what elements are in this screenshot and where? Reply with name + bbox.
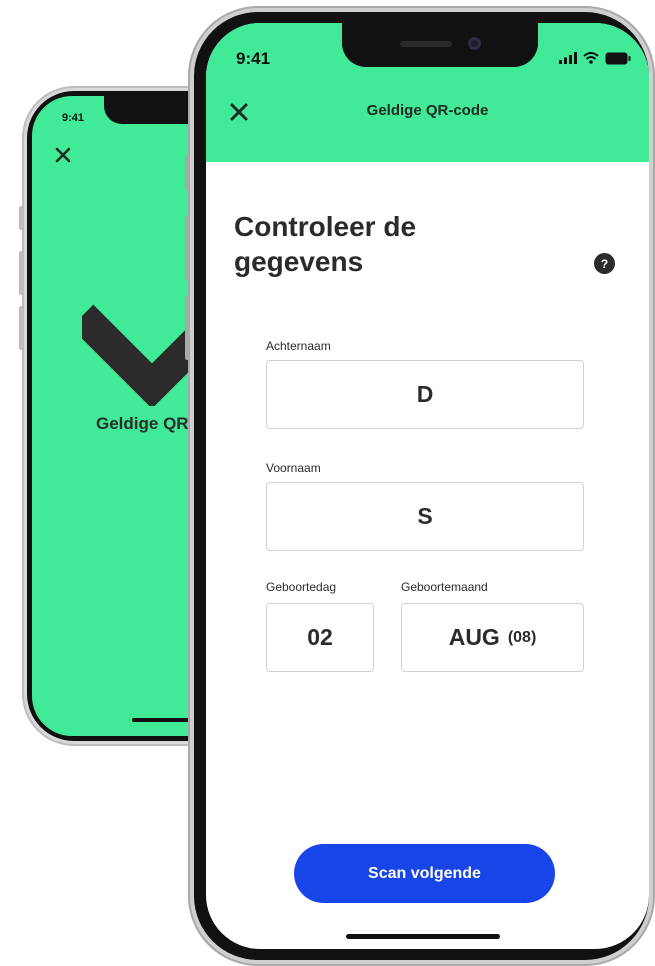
mute-switch bbox=[19, 206, 23, 230]
phone-screen: 9:41 Geldige QR-code Controleer de gegev… bbox=[206, 23, 649, 949]
voornaam-value: S bbox=[417, 503, 433, 529]
geboortemaand-value: AUG bbox=[448, 624, 500, 650]
volume-down-button bbox=[185, 296, 189, 360]
foreground-phone: 9:41 Geldige QR-code Controleer de gegev… bbox=[185, 6, 655, 966]
help-icon-glyph: ? bbox=[600, 256, 609, 271]
voornaam-field[interactable]: S bbox=[266, 482, 584, 551]
voornaam-label: Voornaam bbox=[266, 461, 321, 475]
geboortemaand-label: Geboortemaand bbox=[401, 580, 488, 594]
phone-notch bbox=[342, 23, 538, 67]
achternaam-value: D bbox=[416, 381, 434, 407]
volume-down-button bbox=[19, 306, 23, 350]
status-icons bbox=[559, 51, 631, 65]
page-title: Controleer de gegevens bbox=[234, 211, 417, 277]
achternaam-field[interactable]: D bbox=[266, 360, 584, 429]
app-header: Geldige QR-code bbox=[206, 83, 649, 162]
front-camera bbox=[468, 37, 481, 50]
help-icon[interactable]: ? bbox=[594, 253, 615, 274]
background-status-time: 9:41 bbox=[62, 112, 85, 124]
wifi-icon bbox=[583, 52, 599, 64]
volume-up-button bbox=[19, 251, 23, 295]
scan-next-button[interactable]: Scan volgende bbox=[294, 844, 555, 903]
geboortedag-field[interactable]: 02 bbox=[266, 603, 374, 672]
geboortemaand-field[interactable]: AUG (08) bbox=[401, 603, 584, 672]
status-time: 9:41 bbox=[236, 49, 271, 68]
speaker-grille bbox=[400, 41, 452, 47]
header-title: Geldige QR-code bbox=[366, 102, 489, 119]
geboortedag-value: 02 bbox=[307, 624, 333, 650]
achternaam-label: Achternaam bbox=[266, 339, 331, 353]
geboortedag-label: Geboortedag bbox=[266, 580, 337, 594]
mute-switch bbox=[185, 156, 189, 190]
background-close-icon[interactable] bbox=[54, 146, 72, 164]
geboortemaand-number: (08) bbox=[507, 628, 537, 646]
volume-up-button bbox=[185, 216, 189, 280]
battery-icon bbox=[605, 52, 631, 64]
scan-next-label: Scan volgende bbox=[368, 864, 481, 882]
cellular-signal-icon bbox=[559, 52, 577, 64]
status-bar: 9:41 bbox=[206, 23, 649, 83]
home-indicator bbox=[346, 934, 500, 939]
